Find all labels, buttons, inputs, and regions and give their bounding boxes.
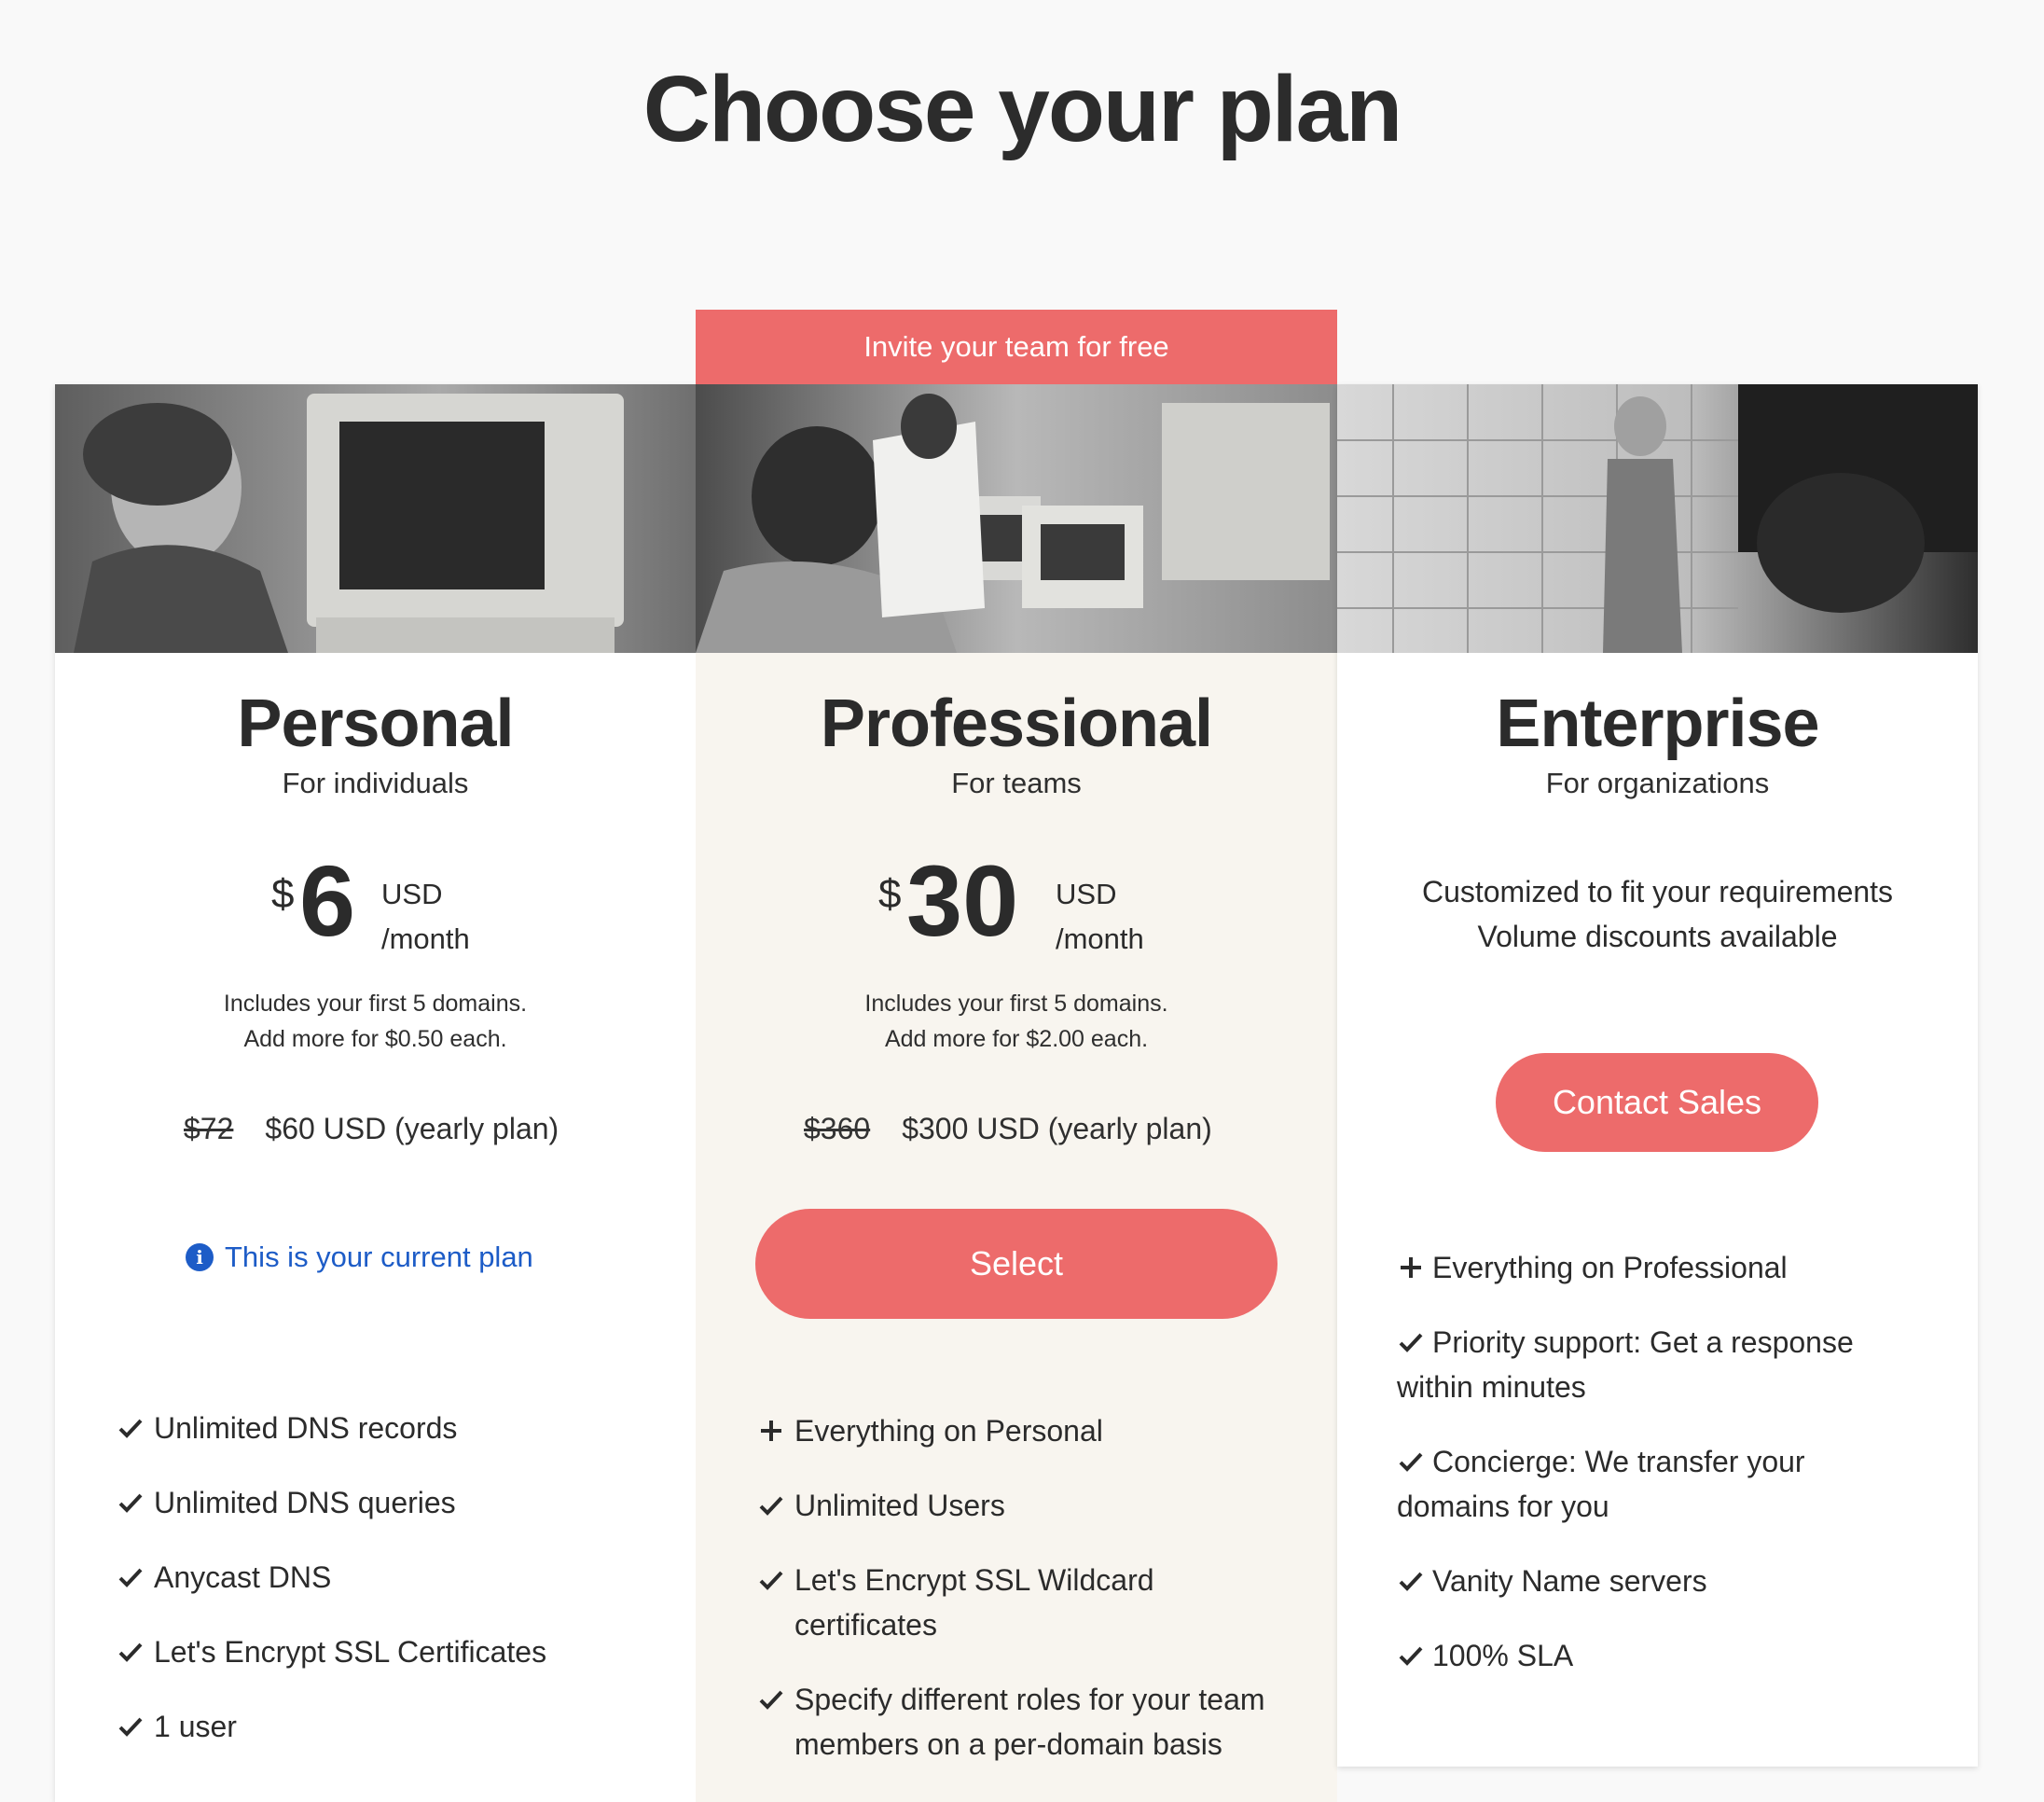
feature-text: 1 user (154, 1710, 237, 1743)
feature-item: Unlimited DNS queries (115, 1480, 668, 1525)
check-icon (755, 1483, 787, 1528)
feature-text: Let's Encrypt SSL Certificates (154, 1635, 547, 1669)
plan-card-professional: Professional For teams $ 30 USD /month I… (696, 384, 1337, 1802)
price-currency: USD (381, 878, 443, 910)
check-icon (115, 1704, 146, 1749)
feature-item: 1 user (115, 1704, 668, 1749)
plus-icon (755, 1408, 787, 1453)
invite-team-banner: Invite your team for free (696, 310, 1337, 384)
feature-item: Concierge: We transfer your domains for … (1397, 1439, 1913, 1529)
custom-pricing-text: Customized to fit your requirements Volu… (1337, 869, 1978, 959)
price-unit: USD /month (1056, 872, 1144, 962)
check-icon (755, 1677, 787, 1722)
feature-item: Everything on Professional (1397, 1245, 1913, 1290)
price-period: /month (381, 922, 470, 955)
personal-features: Unlimited DNS records Unlimited DNS quer… (115, 1406, 668, 1779)
includes-line-2: Add more for $0.50 each. (243, 1026, 507, 1052)
feature-text: 100% SLA (1432, 1639, 1574, 1672)
plan-name: Enterprise (1496, 686, 1819, 761)
current-plan-note: i This is your current plan (186, 1241, 533, 1274)
plan-subtitle: For organizations (1545, 767, 1770, 799)
plan-name: Professional (820, 686, 1213, 761)
check-icon (115, 1406, 146, 1450)
feature-text: Everything on Personal (794, 1414, 1103, 1448)
feature-text: Unlimited DNS records (154, 1411, 458, 1445)
personal-photo (55, 384, 696, 653)
info-icon: i (186, 1243, 214, 1271)
price-unit: USD /month (381, 872, 470, 962)
feature-text: Vanity Name servers (1432, 1564, 1707, 1598)
enterprise-photo (1337, 384, 1978, 653)
feature-text: Specify different roles for your team me… (794, 1683, 1265, 1761)
check-icon (115, 1480, 146, 1525)
feature-item: Specify different roles for your team me… (755, 1677, 1272, 1767)
plan-subtitle: For individuals (282, 767, 469, 799)
plan-name: Personal (237, 686, 514, 761)
yearly-price: $72 $60 USD (yearly plan) (173, 1112, 696, 1146)
professional-features: Everything on Personal Unlimited Users L… (755, 1408, 1272, 1796)
feature-item: Let's Encrypt SSL Wildcard certificates (755, 1558, 1272, 1647)
contact-sales-button[interactable]: Contact Sales (1496, 1053, 1818, 1152)
professional-photo (696, 384, 1337, 653)
includes-line-2: Add more for $2.00 each. (884, 1026, 1149, 1052)
current-plan-label: This is your current plan (225, 1241, 533, 1273)
currency-symbol: $ (271, 871, 295, 917)
feature-item: Everything on Personal (755, 1408, 1272, 1453)
plan-card-enterprise: Enterprise For organizations Customized … (1337, 384, 1978, 1767)
enterprise-features: Everything on Professional Priority supp… (1397, 1245, 1913, 1708)
feature-text: Concierge: We transfer your domains for … (1397, 1445, 1805, 1523)
old-yearly-price: $72 (184, 1112, 234, 1145)
includes-line-1: Includes your first 5 domains. (223, 991, 528, 1017)
plan-price: $ 30 USD /month (696, 844, 1337, 957)
plan-subtitle: For teams (951, 767, 1082, 799)
includes-text: Includes your first 5 domains. Add more … (55, 986, 696, 1057)
check-icon (1397, 1439, 1425, 1484)
includes-line-1: Includes your first 5 domains. (864, 991, 1168, 1017)
check-icon (1397, 1633, 1425, 1678)
feature-item: Let's Encrypt SSL Certificates (115, 1629, 668, 1674)
check-icon (755, 1558, 787, 1602)
yearly-price-text: $300 USD (yearly plan) (902, 1112, 1212, 1145)
feature-text: Unlimited Users (794, 1489, 1005, 1522)
feature-text: Anycast DNS (154, 1560, 332, 1594)
plan-price: $ 6 USD /month (55, 844, 696, 957)
feature-text: Let's Encrypt SSL Wildcard certificates (794, 1563, 1154, 1642)
includes-text: Includes your first 5 domains. Add more … (696, 986, 1337, 1057)
custom-line-2: Volume discounts available (1477, 920, 1838, 953)
feature-text: Priority support: Get a response within … (1397, 1325, 1854, 1404)
feature-item: 100% SLA (1397, 1633, 1913, 1678)
price-period: /month (1056, 922, 1144, 955)
check-icon (1397, 1320, 1425, 1365)
yearly-price: $360 $300 USD (yearly plan) (793, 1112, 1337, 1146)
feature-item: Priority support: Get a response within … (1397, 1320, 1913, 1409)
select-button[interactable]: Select (755, 1209, 1278, 1319)
feature-text: Everything on Professional (1432, 1251, 1788, 1284)
custom-line-1: Customized to fit your requirements (1421, 875, 1894, 908)
plus-icon (1397, 1245, 1425, 1290)
plan-card-personal: Personal For individuals $ 6 USD /month … (55, 384, 696, 1802)
feature-item: Unlimited DNS records (115, 1406, 668, 1450)
yearly-price-text: $60 USD (yearly plan) (265, 1112, 559, 1145)
check-icon (115, 1555, 146, 1600)
feature-item: Unlimited Users (755, 1483, 1272, 1528)
check-icon (115, 1629, 146, 1674)
feature-text: Unlimited DNS queries (154, 1486, 456, 1519)
old-yearly-price: $360 (804, 1112, 871, 1145)
price-currency: USD (1056, 878, 1117, 910)
page-title: Choose your plan (642, 57, 1403, 161)
check-icon (1397, 1559, 1425, 1603)
price-amount: 30 (906, 844, 1019, 957)
feature-item: Vanity Name servers (1397, 1559, 1913, 1603)
price-amount: 6 (299, 844, 356, 957)
feature-item: Anycast DNS (115, 1555, 668, 1600)
currency-symbol: $ (878, 871, 902, 917)
